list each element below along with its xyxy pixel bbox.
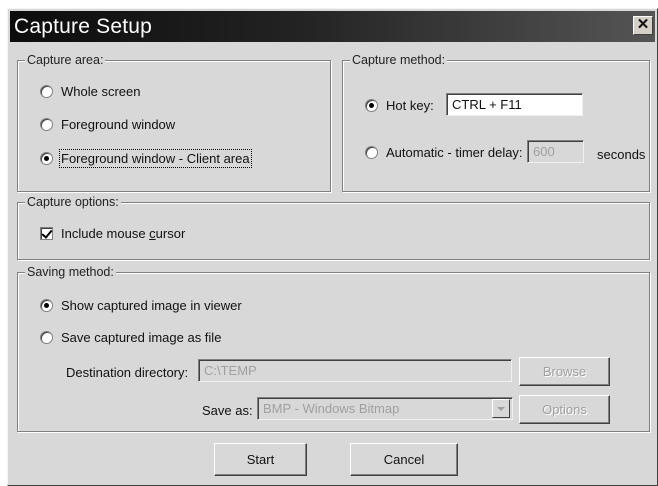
destination-directory-input[interactable]: C:\TEMP [198, 359, 512, 382]
label-part: ursor [155, 226, 186, 241]
radio-button[interactable] [40, 152, 53, 165]
dialog-title: Capture Setup [14, 15, 153, 38]
timer-delay-input[interactable]: 600 [527, 140, 584, 163]
save-as-value: BMP - Windows Bitmap [263, 401, 400, 416]
start-button[interactable]: Start [214, 443, 307, 476]
seconds-label: seconds [597, 147, 646, 162]
radio-label: Show captured image in viewer [61, 298, 242, 313]
include-mouse-cursor-checkbox[interactable]: Include mouse cursor [40, 226, 185, 241]
save-as-label: Save as: [202, 403, 253, 418]
capture-setup-dialog: Capture Setup ✕ Capture area: Whole scre… [7, 8, 658, 486]
capture-method-legend: Capture method: [350, 53, 448, 67]
radio-button[interactable] [40, 85, 53, 98]
browse-button[interactable]: Browse [519, 357, 610, 386]
radio-label: Whole screen [61, 84, 141, 99]
checkbox[interactable] [40, 227, 53, 240]
chevron-down-icon [497, 406, 505, 411]
radio-whole-screen[interactable]: Whole screen [40, 84, 140, 99]
capture-options-group: Capture options: Include mouse cursor [17, 195, 650, 260]
capture-area-legend: Capture area: [25, 53, 106, 67]
title-bar[interactable]: Capture Setup ✕ [10, 11, 655, 42]
hotkey-input[interactable]: CTRL + F11 [446, 93, 583, 116]
radio-hot-key[interactable]: Hot key: [365, 98, 434, 113]
radio-button[interactable] [40, 299, 53, 312]
radio-label: Foreground window [61, 117, 176, 132]
radio-foreground-client-area[interactable]: Foreground window - Client area [40, 149, 252, 168]
cancel-button[interactable]: Cancel [350, 443, 458, 476]
destination-directory-label: Destination directory: [66, 365, 189, 380]
radio-save-as-file[interactable]: Save captured image as file [40, 330, 221, 345]
radio-button[interactable] [365, 146, 378, 159]
radio-label: Save captured image as file [61, 330, 222, 345]
radio-label: Foreground window - Client area [59, 149, 252, 168]
label-part: Include mouse [61, 226, 150, 241]
capture-method-group: Capture method: Hot key: CTRL + F11 Auto… [342, 53, 650, 192]
radio-foreground-window[interactable]: Foreground window [40, 117, 175, 132]
radio-show-in-viewer[interactable]: Show captured image in viewer [40, 298, 242, 313]
capture-options-legend: Capture options: [25, 195, 121, 209]
close-button[interactable]: ✕ [633, 16, 653, 35]
radio-button[interactable] [365, 99, 378, 112]
saving-method-legend: Saving method: [25, 265, 116, 279]
capture-area-group: Capture area: Whole screen Foreground wi… [17, 53, 331, 192]
radio-label: Automatic - timer delay: [386, 145, 523, 160]
radio-button[interactable] [40, 331, 53, 344]
save-as-dropdown-button[interactable] [492, 399, 510, 418]
radio-label: Hot key: [386, 98, 434, 113]
radio-button[interactable] [40, 118, 53, 131]
checkbox-label: Include mouse cursor [61, 226, 185, 241]
close-icon: ✕ [636, 16, 650, 33]
radio-automatic-timer[interactable]: Automatic - timer delay: [365, 145, 523, 160]
save-as-select[interactable]: BMP - Windows Bitmap [257, 397, 513, 420]
saving-method-group: Saving method: Show captured image in vi… [17, 265, 650, 432]
options-button[interactable]: Options [519, 395, 610, 424]
